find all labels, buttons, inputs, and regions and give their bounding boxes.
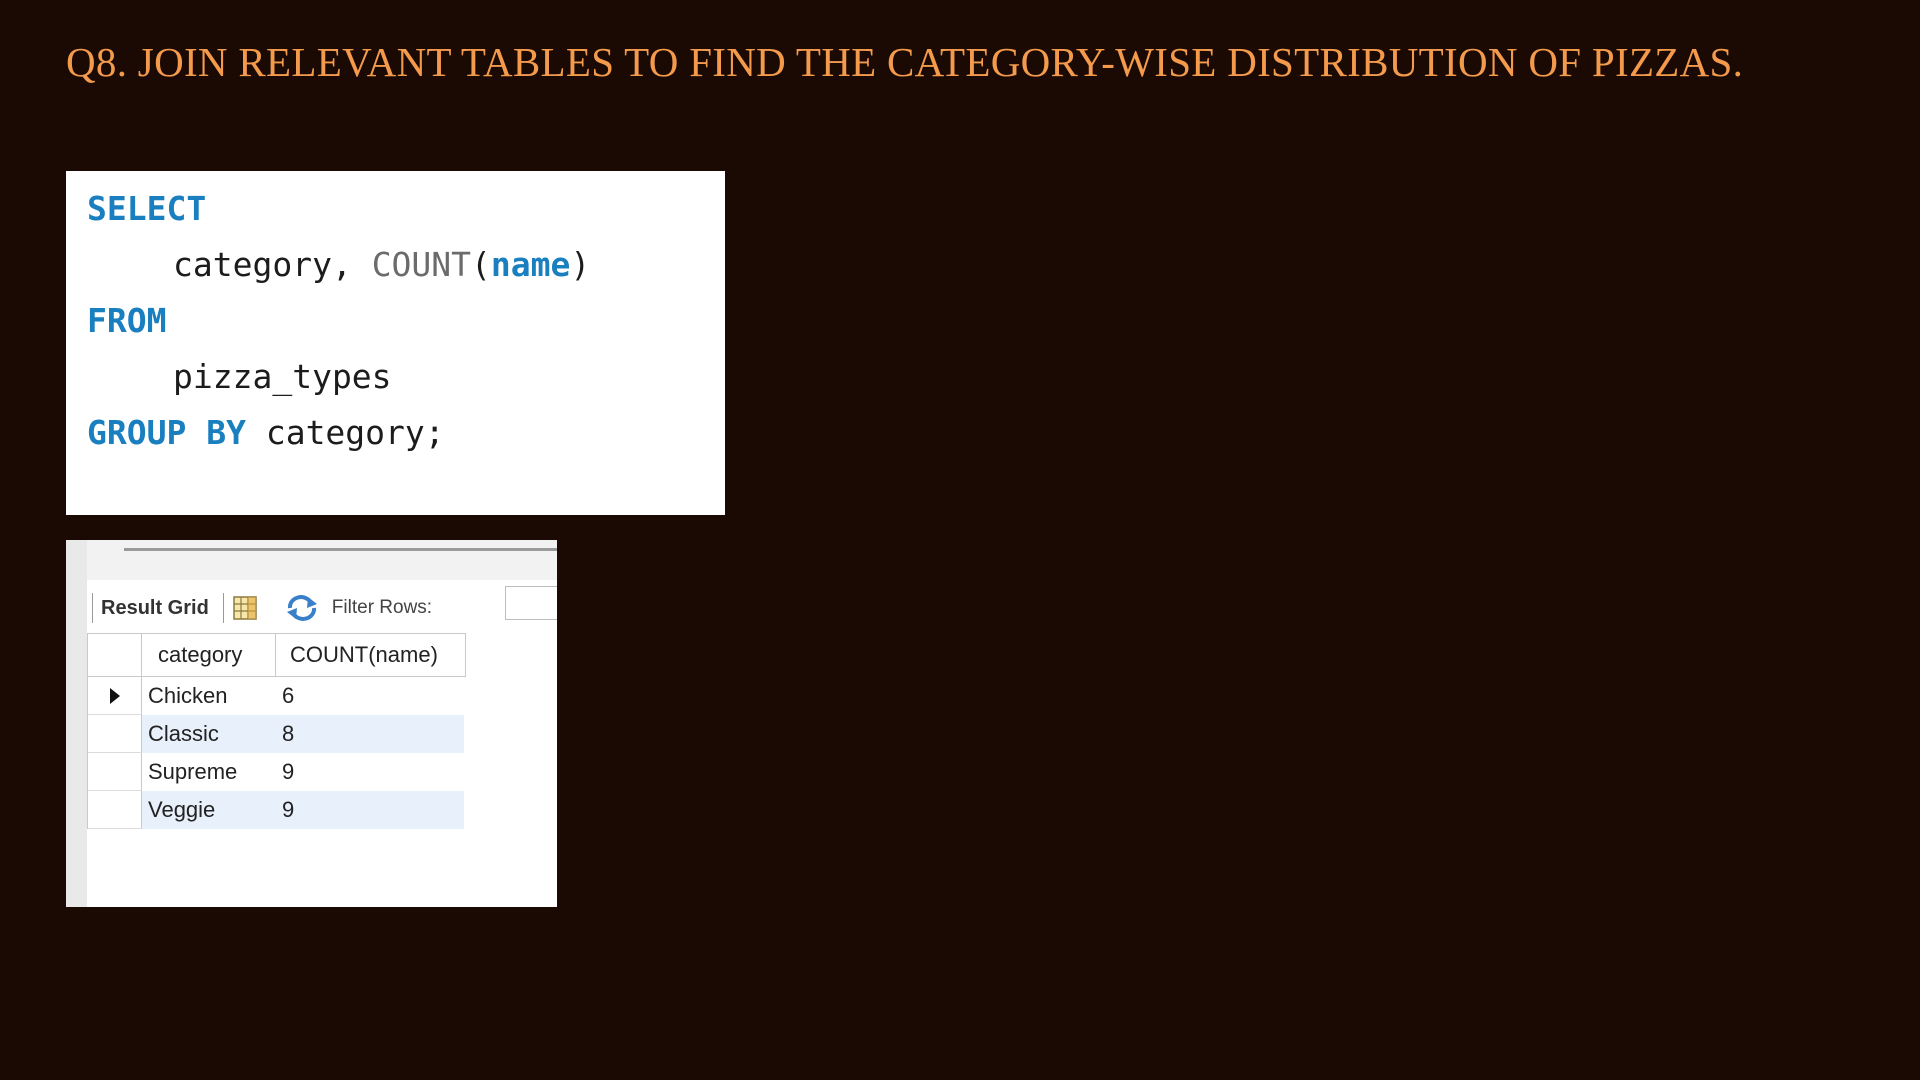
- sql-argument-name: name: [490, 245, 571, 284]
- row-selector[interactable]: [88, 791, 142, 829]
- column-header-count[interactable]: COUNT(name): [276, 634, 466, 676]
- toolbar-separator: [92, 593, 93, 623]
- toolbar-separator: [222, 593, 224, 623]
- sql-paren-open: (: [471, 245, 491, 284]
- result-grid-tab[interactable]: Result Grid: [101, 597, 209, 620]
- header-select-cell[interactable]: [88, 634, 142, 676]
- result-panel-header-strip: [87, 540, 557, 580]
- code-line-columns: category, COUNT(name): [87, 237, 725, 293]
- table-row[interactable]: Chicken 6: [87, 677, 466, 715]
- refresh-icon[interactable]: [284, 594, 320, 622]
- table-row[interactable]: Classic 8: [87, 715, 466, 753]
- cell-count[interactable]: 9: [276, 753, 464, 791]
- code-line-from: FROM: [87, 293, 725, 349]
- sql-group-column: category;: [265, 413, 445, 452]
- result-grid-panel: Result Grid Filter Rows: category COUNT(…: [66, 540, 557, 907]
- table-row[interactable]: Veggie 9: [87, 791, 466, 829]
- code-line-table: pizza_types: [87, 349, 725, 405]
- row-pointer-icon: [109, 687, 120, 704]
- sql-function-count: COUNT: [371, 245, 472, 284]
- sql-column-category: category,: [173, 245, 352, 284]
- row-selector[interactable]: [88, 677, 142, 715]
- sql-table-name: pizza_types: [173, 357, 392, 396]
- sql-keyword-select: SELECT: [87, 189, 207, 228]
- sql-paren-close: ): [570, 245, 591, 284]
- column-header-category[interactable]: category: [142, 634, 276, 676]
- cell-count[interactable]: 9: [276, 791, 464, 829]
- table-header-row: category COUNT(name): [87, 633, 466, 677]
- cell-category[interactable]: Veggie: [142, 791, 276, 829]
- row-selector[interactable]: [88, 715, 142, 753]
- cell-category[interactable]: Supreme: [142, 753, 276, 791]
- sql-keyword-group-by: GROUP BY: [87, 413, 246, 452]
- filter-rows-input[interactable]: [505, 586, 557, 620]
- filter-rows-label: Filter Rows:: [331, 597, 433, 618]
- cell-category[interactable]: Classic: [142, 715, 276, 753]
- code-line-group-by: GROUP BY category;: [87, 405, 725, 461]
- result-toolbar: Result Grid Filter Rows:: [92, 590, 442, 626]
- cell-category[interactable]: Chicken: [142, 677, 276, 715]
- slide-title: Q8. JOIN RELEVANT TABLES TO FIND THE CAT…: [66, 39, 1744, 85]
- cell-count[interactable]: 8: [276, 715, 464, 753]
- result-panel-gutter: [66, 540, 87, 907]
- row-selector[interactable]: [88, 753, 142, 791]
- code-line-select: SELECT: [87, 181, 725, 237]
- cell-count[interactable]: 6: [276, 677, 464, 715]
- slide: Q8. JOIN RELEVANT TABLES TO FIND THE CAT…: [0, 0, 1920, 1080]
- table-row[interactable]: Supreme 9: [87, 753, 466, 791]
- result-table: category COUNT(name) Chicken 6 Classic 8…: [87, 633, 466, 829]
- sql-keyword-from: FROM: [87, 301, 167, 340]
- grid-view-icon[interactable]: [232, 595, 258, 621]
- sql-code-panel: SELECT category, COUNT(name) FROM pizza_…: [66, 171, 725, 515]
- divider: [124, 548, 557, 551]
